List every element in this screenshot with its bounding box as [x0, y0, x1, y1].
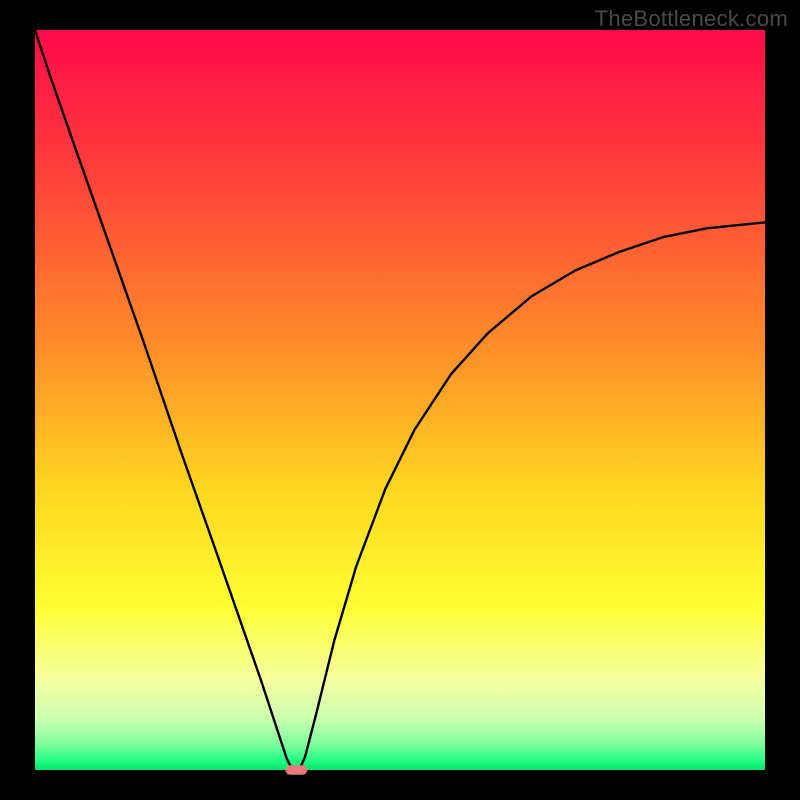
watermark-text: TheBottleneck.com — [595, 6, 788, 32]
plot-background — [35, 30, 765, 770]
chart-svg — [0, 0, 800, 800]
chart-frame: TheBottleneck.com — [0, 0, 800, 800]
marker-pill — [285, 765, 307, 775]
